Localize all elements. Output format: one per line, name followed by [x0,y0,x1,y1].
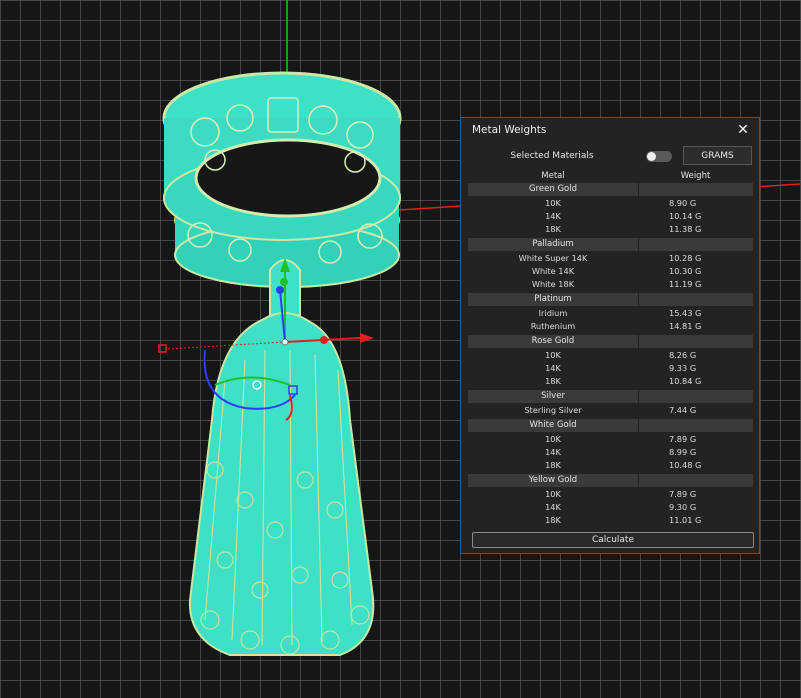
group-name: Rose Gold [468,335,639,348]
selected-materials-toggle[interactable] [646,151,672,162]
group-header: Palladium [468,238,753,251]
weight-cell: 7.89 G [669,433,697,444]
table-row: 10K 8.90 G [468,196,753,209]
table-row: 18K 11.38 G [468,222,753,235]
panel-title: Metal Weights [472,124,547,136]
metal-cell: White 18K [531,278,575,289]
table-row: 18K 10.48 G [468,458,753,471]
metal-cell: 10K [545,488,561,499]
table-row: 10K 8.26 G [468,348,753,361]
group-header: Platinum [468,293,753,306]
metal-cell: 18K [545,375,561,386]
metal-cell: White Super 14K [518,252,588,263]
metal-cell: Iridium [538,307,568,318]
table-row: 18K 10.84 G [468,374,753,387]
metal-groups: Green Gold 10K 8.90 G 14K 10.14 G 18K 11.38 GP… [468,183,753,528]
metal-cell: White 14K [531,265,575,276]
column-weight: Weight [680,170,711,181]
table-row: Ruthenium 14.81 G [468,319,753,332]
group-header: Green Gold [468,183,753,196]
metal-cell: 14K [545,446,561,457]
weight-cell: 10.48 G [669,459,702,470]
table-row: 14K 9.33 G [468,361,753,374]
selected-materials-row: Selected Materials GRAMS [468,146,752,166]
weight-cell: 7.89 G [669,488,697,499]
table-row: Sterling Silver 7.44 G [468,403,753,416]
table-row: 14K 9.30 G [468,500,753,513]
weight-cell: 14.81 G [669,320,702,331]
metal-weights-panel: Metal Weights ✕ Selected Materials GRAMS… [460,117,760,554]
metal-cell: 14K [545,501,561,512]
tassel-model[interactable] [188,312,375,656]
metal-cell: 18K [545,514,561,525]
group-name: Silver [468,390,639,403]
metal-cell: 10K [545,433,561,444]
weight-cell: 11.19 G [669,278,702,289]
weight-cell: 8.90 G [669,197,697,208]
table-row: 10K 7.89 G [468,487,753,500]
weights-table: Metal Weight Green Gold 10K 8.90 G 14K 10.14… [468,169,753,528]
weight-cell: 10.30 G [669,265,702,276]
table-row: 14K 10.14 G [468,209,753,222]
table-row: White 18K 11.19 G [468,277,753,290]
metal-cell: 18K [545,459,561,470]
table-row: 14K 8.99 G [468,445,753,458]
3d-viewport[interactable]: Metal Weights ✕ Selected Materials GRAMS… [0,0,801,698]
group-header: White Gold [468,419,753,432]
metal-cell: 18K [545,223,561,234]
metal-cell: 10K [545,197,561,208]
weight-cell: 10.14 G [669,210,702,221]
table-header: Metal Weight [468,169,753,182]
metal-cell: Sterling Silver [524,404,582,415]
group-header: Yellow Gold [468,474,753,487]
close-icon[interactable]: ✕ [735,122,751,138]
group-name: Green Gold [468,183,639,196]
unit-button[interactable]: GRAMS [683,146,752,165]
weight-cell: 8.26 G [669,349,697,360]
table-row: White 14K 10.30 G [468,264,753,277]
weight-cell: 9.30 G [669,501,697,512]
group-name: Palladium [468,238,639,251]
metal-cell: Ruthenium [530,320,576,331]
weight-cell: 7.44 G [669,404,697,415]
metal-cell: 14K [545,362,561,373]
group-name: Yellow Gold [468,474,639,487]
weight-cell: 11.01 G [669,514,702,525]
column-metal: Metal [541,170,565,181]
table-row: 10K 7.89 G [468,432,753,445]
metal-cell: 14K [545,210,561,221]
weight-cell: 8.99 G [669,446,697,457]
metal-cell: 10K [545,349,561,360]
weight-cell: 10.28 G [669,252,702,263]
weight-cell: 11.38 G [669,223,702,234]
weight-cell: 15.43 G [669,307,702,318]
table-row: White Super 14K 10.28 G [468,251,753,264]
toggle-knob [647,152,656,161]
calculate-button[interactable]: Calculate [472,532,754,548]
group-name: Platinum [468,293,639,306]
weight-cell: 10.84 G [669,375,702,386]
group-header: Rose Gold [468,335,753,348]
panel-header: Metal Weights ✕ [461,118,759,142]
group-name: White Gold [468,419,639,432]
table-row: Iridium 15.43 G [468,306,753,319]
group-header: Silver [468,390,753,403]
selected-materials-label: Selected Materials [510,151,594,161]
table-row: 18K 11.01 G [468,513,753,526]
weight-cell: 9.33 G [669,362,697,373]
